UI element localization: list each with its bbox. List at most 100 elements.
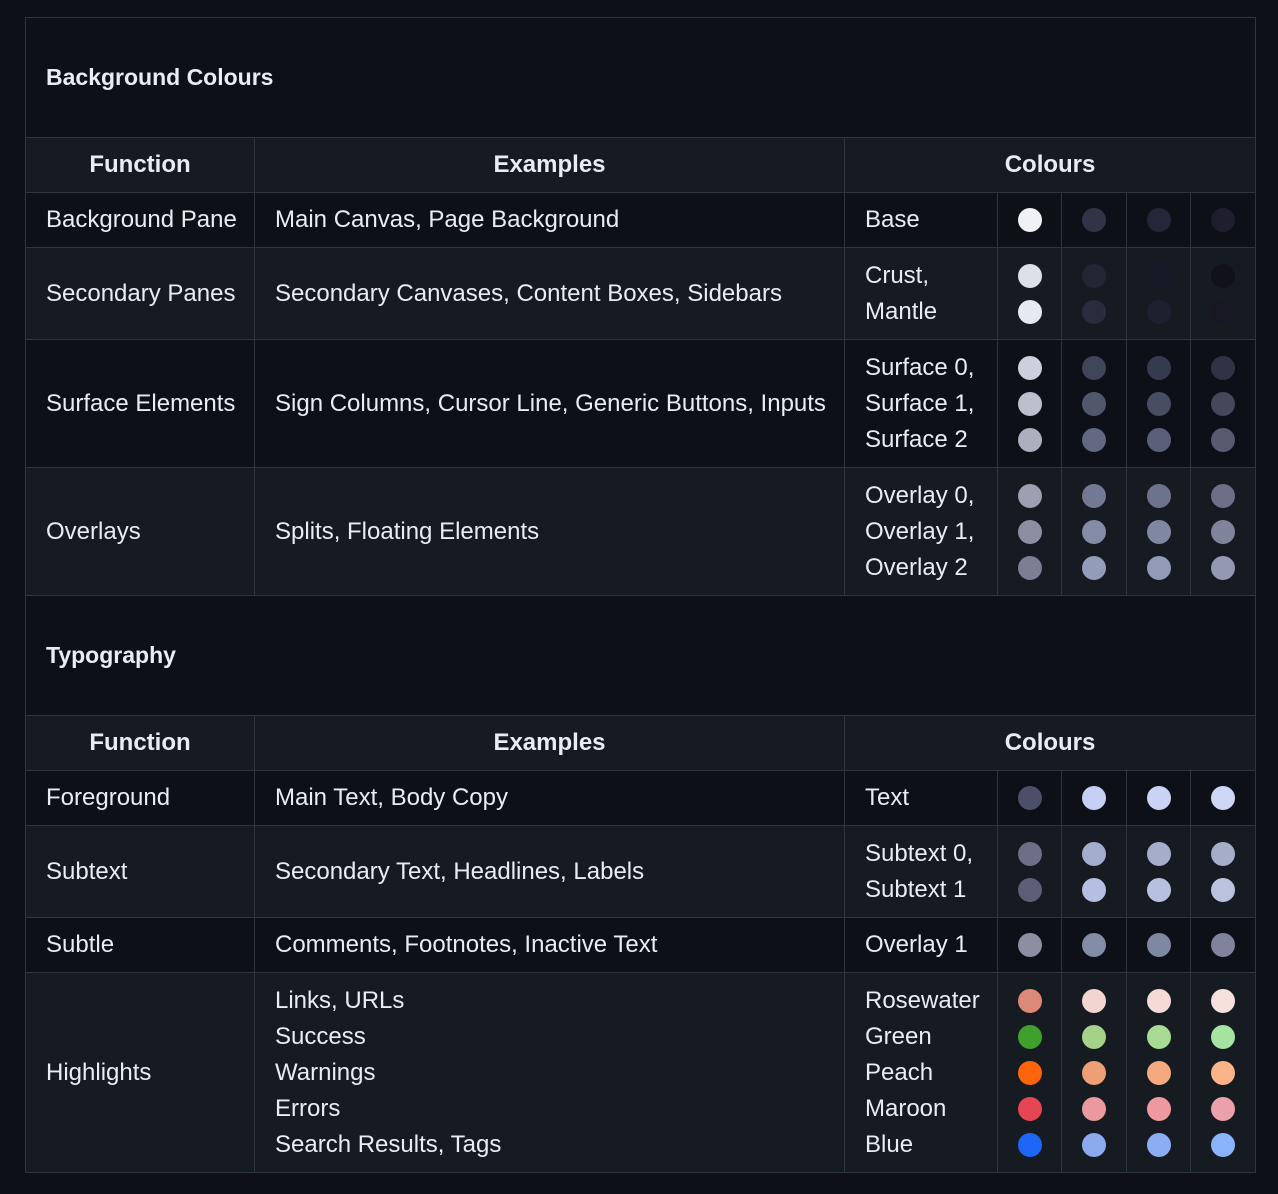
colour-name: Overlay 1	[865, 931, 968, 958]
colour-swatch-dot	[1017, 1024, 1042, 1049]
swatch-cell	[1126, 770, 1191, 826]
colour-name: Overlay 1,	[865, 517, 975, 545]
example-text: Main Canvas, Page Background	[275, 206, 620, 233]
colour-swatch-dot	[1146, 1024, 1171, 1049]
examples-cell: Main Canvas, Page Background	[254, 192, 845, 248]
table-row: Highlights Links, URLs Success Warnings Erro…	[25, 972, 1257, 1173]
colour-swatch-dot	[1211, 988, 1236, 1013]
column-header-colours: Colours	[843, 715, 1257, 771]
colour-swatch-dot	[1082, 1132, 1106, 1157]
column-header-colours: Colours	[843, 137, 1257, 193]
colour-swatch-dot	[1017, 519, 1042, 544]
example-text: Sign Columns, Cursor Line, Generic Butto…	[275, 389, 826, 417]
colour-swatch-dot	[1017, 1060, 1042, 1085]
colour-swatch-dot	[1211, 483, 1236, 508]
column-header-function: Function	[25, 137, 255, 193]
function-cell: Overlays	[25, 467, 255, 596]
example-text: Success	[275, 1022, 366, 1050]
colour-swatch-dot	[1146, 988, 1171, 1013]
colour-swatch-dot	[1082, 263, 1106, 288]
example-text: Secondary Canvases, Content Boxes, Sideb…	[275, 279, 782, 307]
swatch-cell	[1189, 467, 1257, 596]
colour-name: Green	[865, 1022, 932, 1050]
colour-swatch-dot	[1082, 555, 1106, 580]
colour-swatch-dot	[1146, 841, 1171, 866]
colour-swatch-dot	[1082, 483, 1106, 508]
colour-swatch-dot	[1082, 1024, 1106, 1049]
function-cell: Subtext	[25, 825, 255, 918]
colour-swatch-dot	[1211, 427, 1236, 452]
colour-swatch-dot	[1017, 427, 1042, 452]
colour-name: Overlay 2	[865, 553, 968, 581]
function-cell: Secondary Panes	[25, 247, 255, 340]
colour-swatch-dot	[1017, 877, 1042, 902]
colour-swatch-dot	[1146, 355, 1171, 380]
colour-swatch-dot	[1211, 933, 1236, 957]
colour-swatch-dot	[1082, 1096, 1106, 1121]
colour-swatch-dot	[1017, 555, 1042, 580]
colour-swatch-dot	[1082, 519, 1106, 544]
table-row: Subtle Comments, Footnotes, Inactive Text…	[25, 917, 1257, 973]
colour-swatch-dot	[1211, 1132, 1236, 1157]
colour-name: Rosewater	[865, 986, 980, 1014]
colour-swatch-dot	[1017, 1096, 1042, 1121]
colour-swatch-dot	[1146, 555, 1171, 580]
swatch-cell	[1061, 972, 1127, 1173]
examples-cell: Main Text, Body Copy	[254, 770, 845, 826]
example-text: Errors	[275, 1094, 341, 1122]
colour-swatch-dot	[1017, 208, 1042, 232]
examples-cell: Secondary Canvases, Content Boxes, Sideb…	[254, 247, 845, 340]
colour-swatch-dot	[1146, 427, 1171, 452]
colour-swatch-dot	[1211, 1060, 1236, 1085]
examples-cell: Sign Columns, Cursor Line, Generic Butto…	[254, 339, 845, 468]
colour-swatch-dot	[1211, 1024, 1236, 1049]
colour-swatch-dot	[1146, 1096, 1171, 1121]
swatch-cell	[1189, 917, 1257, 973]
swatch-cell	[997, 770, 1062, 826]
swatch-cell	[1126, 825, 1191, 918]
colour-swatch-dot	[1017, 841, 1042, 866]
colour-names-cell: Subtext 0, Subtext 1	[844, 825, 998, 918]
swatch-cell	[997, 467, 1062, 596]
colour-swatch-dot	[1082, 933, 1106, 957]
colour-swatch-dot	[1146, 933, 1171, 957]
example-text: Search Results, Tags	[275, 1130, 502, 1158]
colour-swatch-dot	[1211, 877, 1236, 902]
swatch-cell	[1189, 192, 1257, 248]
function-cell: Foreground	[25, 770, 255, 826]
colour-name: Surface 1,	[865, 389, 975, 417]
table-row: Foreground Main Text, Body Copy Text	[25, 770, 1257, 826]
colour-name: Peach	[865, 1058, 934, 1086]
swatch-cell	[1126, 339, 1191, 468]
swatch-cell	[1126, 972, 1191, 1173]
swatch-cell	[1061, 917, 1127, 973]
example-text: Warnings	[275, 1058, 376, 1086]
colour-names-cell: Base	[844, 192, 998, 248]
colour-swatch-dot	[1146, 1060, 1171, 1085]
colour-swatch-dot	[1017, 988, 1042, 1013]
colour-names-cell: Surface 0, Surface 1, Surface 2	[844, 339, 998, 468]
table-row: Secondary Panes Secondary Canvases, Conte…	[25, 247, 1257, 340]
swatch-cell	[997, 825, 1062, 918]
example-text: Links, URLs	[275, 986, 405, 1014]
function-cell: Surface Elements	[25, 339, 255, 468]
colour-swatch-dot	[1146, 519, 1171, 544]
section-title-typography: Typography	[24, 595, 1257, 716]
colour-name: Overlay 0,	[865, 481, 975, 509]
colour-swatch-dot	[1017, 786, 1042, 810]
colour-swatch-dot	[1017, 933, 1042, 957]
column-header-examples: Examples	[254, 137, 845, 193]
colour-swatch-dot	[1017, 1132, 1042, 1157]
example-text: Main Text, Body Copy	[275, 784, 509, 811]
colour-swatch-dot	[1211, 391, 1236, 416]
table-row: Overlays Splits, Floating Elements Overlay…	[25, 467, 1257, 596]
colour-names-cell: Overlay 1	[844, 917, 998, 973]
section-title-background-colours: Background Colours	[24, 17, 1257, 138]
swatch-cell	[1189, 825, 1257, 918]
colour-swatch-dot	[1017, 299, 1042, 324]
colour-swatch-dot	[1017, 483, 1042, 508]
swatch-cell	[1126, 247, 1191, 340]
colour-swatch-dot	[1082, 877, 1106, 902]
colour-swatch-dot	[1211, 841, 1236, 866]
swatch-cell	[1061, 247, 1127, 340]
